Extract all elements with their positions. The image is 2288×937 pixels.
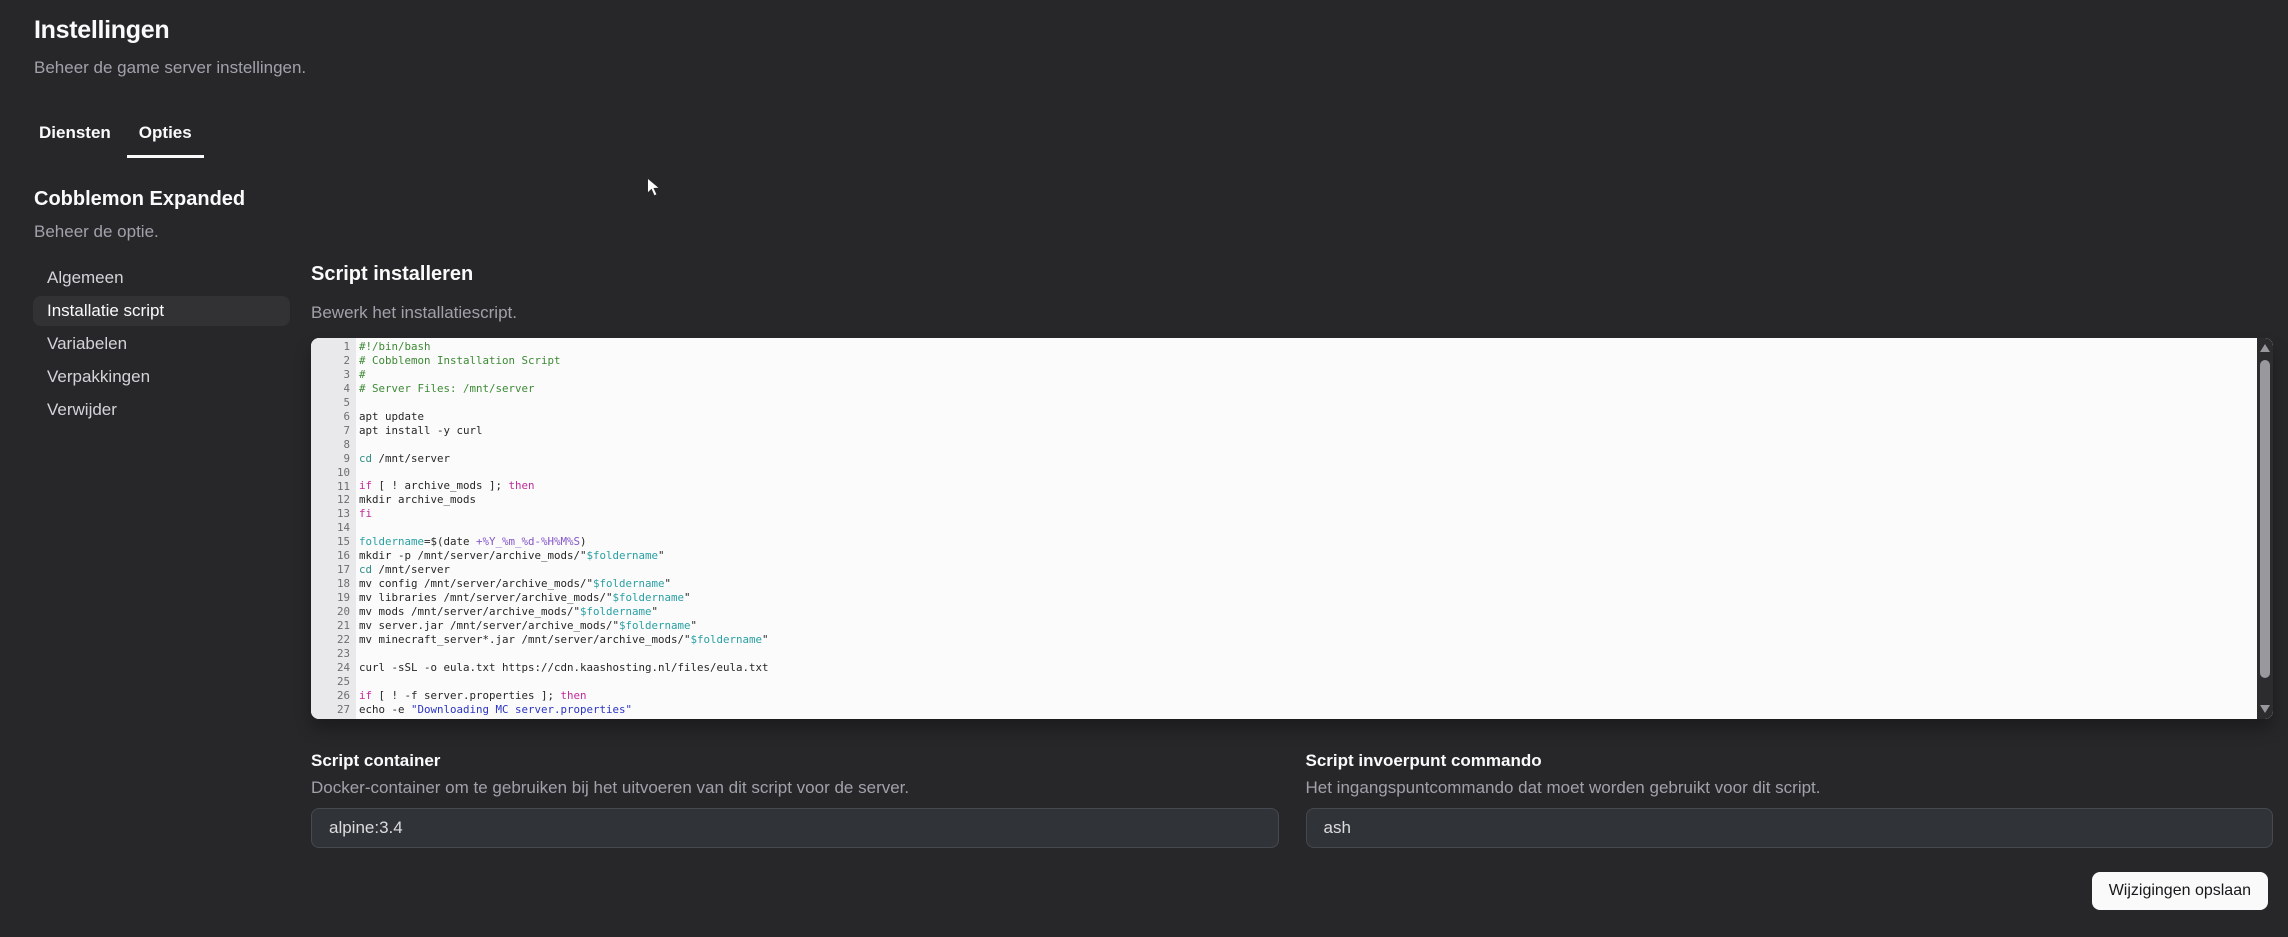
code-line [359, 521, 2257, 535]
editor-code: #!/bin/bash# Cobblemon Installation Scri… [356, 338, 2257, 719]
code-line: fi [359, 507, 2257, 521]
settings-page: Instellingen Beheer de game server inste… [0, 0, 2288, 937]
scrollbar-thumb[interactable] [2260, 360, 2270, 678]
code-line: #!/bin/bash [359, 340, 2257, 354]
script-container-description: Docker-container om te gebruiken bij het… [311, 778, 909, 798]
page-subtitle: Beheer de game server instellingen. [34, 58, 306, 78]
entrypoint-label: Script invoerpunt commando [1306, 751, 2274, 771]
entrypoint-field: Script invoerpunt commando Het ingangspu… [1306, 751, 2274, 848]
line-number: 10 [311, 466, 356, 480]
code-line: if [ ! archive_mods ]; then [359, 479, 2257, 493]
install-script-editor[interactable]: 1234567891011121314151617181920212223242… [311, 338, 2273, 719]
section-subtitle: Bewerk het installatiescript. [311, 303, 517, 323]
sidebar-item-algemeen[interactable]: Algemeen [33, 263, 290, 293]
code-line [359, 438, 2257, 452]
sidebar-item-installatie-script[interactable]: Installatie script [33, 296, 290, 326]
code-line: mv mods /mnt/server/archive_mods/"$folde… [359, 605, 2257, 619]
line-number: 24 [311, 661, 356, 675]
sidebar-item-verwijder[interactable]: Verwijder [33, 395, 290, 425]
option-sidebar: AlgemeenInstallatie scriptVariabelenVerp… [33, 263, 290, 428]
code-line: echo -e "Downloading MC server.propertie… [359, 703, 2257, 717]
code-line: # [359, 368, 2257, 382]
line-number: 5 [311, 396, 356, 410]
line-number: 9 [311, 452, 356, 466]
code-line: if [ ! -f server.properties ]; then [359, 689, 2257, 703]
entrypoint-input[interactable] [1306, 808, 2274, 848]
script-fields: Script container Docker-container om te … [311, 751, 2273, 848]
code-line: curl -sSL -o server.properties https://c… [359, 717, 2257, 719]
line-number: 26 [311, 689, 356, 703]
save-changes-button[interactable]: Wijzigingen opslaan [2092, 872, 2268, 910]
line-number: 12 [311, 493, 356, 507]
code-line: mv server.jar /mnt/server/archive_mods/"… [359, 619, 2257, 633]
sidebar-item-verpakkingen[interactable]: Verpakkingen [33, 362, 290, 392]
line-number: 11 [311, 480, 356, 494]
code-line: mkdir -p /mnt/server/archive_mods/"$fold… [359, 549, 2257, 563]
line-number: 23 [311, 647, 356, 661]
line-number: 3 [311, 368, 356, 382]
scroll-up-icon[interactable] [2260, 344, 2270, 352]
editor-line-numbers: 1234567891011121314151617181920212223242… [311, 338, 356, 719]
line-number: 8 [311, 438, 356, 452]
line-number: 28 [311, 717, 356, 719]
code-line: foldername=$(date +%Y_%m_%d-%H%M%S) [359, 535, 2257, 549]
code-line: mv libraries /mnt/server/archive_mods/"$… [359, 591, 2257, 605]
line-number: 1 [311, 340, 356, 354]
line-number: 21 [311, 619, 356, 633]
scroll-down-icon[interactable] [2260, 705, 2270, 713]
line-number: 7 [311, 424, 356, 438]
line-number: 18 [311, 577, 356, 591]
line-number: 20 [311, 605, 356, 619]
script-container-field: Script container Docker-container om te … [311, 751, 1279, 848]
page-title: Instellingen [34, 16, 169, 45]
code-line: apt install -y curl [359, 424, 2257, 438]
option-subtitle: Beheer de optie. [34, 222, 159, 242]
tab-opties[interactable]: Opties [127, 117, 204, 158]
code-line: # Server Files: /mnt/server [359, 382, 2257, 396]
tab-diensten[interactable]: Diensten [27, 117, 123, 158]
code-line: mkdir archive_mods [359, 493, 2257, 507]
line-number: 13 [311, 507, 356, 521]
entrypoint-description: Het ingangspuntcommando dat moet worden … [1306, 778, 1821, 798]
line-number: 16 [311, 549, 356, 563]
line-number: 17 [311, 563, 356, 577]
line-number: 4 [311, 382, 356, 396]
script-container-input[interactable] [311, 808, 1279, 848]
section-title: Script installeren [311, 263, 473, 286]
code-line [359, 466, 2257, 480]
code-line: cd /mnt/server [359, 452, 2257, 466]
code-line [359, 647, 2257, 661]
line-number: 15 [311, 535, 356, 549]
sidebar-item-variabelen[interactable]: Variabelen [33, 329, 290, 359]
tabs: DienstenOpties [27, 117, 204, 158]
script-container-label: Script container [311, 751, 1279, 771]
line-number: 19 [311, 591, 356, 605]
line-number: 27 [311, 703, 356, 717]
line-number: 2 [311, 354, 356, 368]
line-number: 6 [311, 410, 356, 424]
editor-scrollbar[interactable] [2257, 338, 2273, 719]
code-line: mv minecraft_server*.jar /mnt/server/arc… [359, 633, 2257, 647]
line-number: 14 [311, 521, 356, 535]
mouse-cursor-icon [646, 177, 661, 198]
code-line: mv config /mnt/server/archive_mods/"$fol… [359, 577, 2257, 591]
line-number: 25 [311, 675, 356, 689]
code-line: apt update [359, 410, 2257, 424]
editor-content: 1234567891011121314151617181920212223242… [311, 338, 2273, 719]
actions-row: Wijzigingen opslaan [311, 872, 2273, 910]
option-title: Cobblemon Expanded [34, 188, 245, 211]
code-line [359, 675, 2257, 689]
code-line [359, 396, 2257, 410]
line-number: 22 [311, 633, 356, 647]
code-line: cd /mnt/server [359, 563, 2257, 577]
code-line: curl -sSL -o eula.txt https://cdn.kaasho… [359, 661, 2257, 675]
code-line: # Cobblemon Installation Script [359, 354, 2257, 368]
